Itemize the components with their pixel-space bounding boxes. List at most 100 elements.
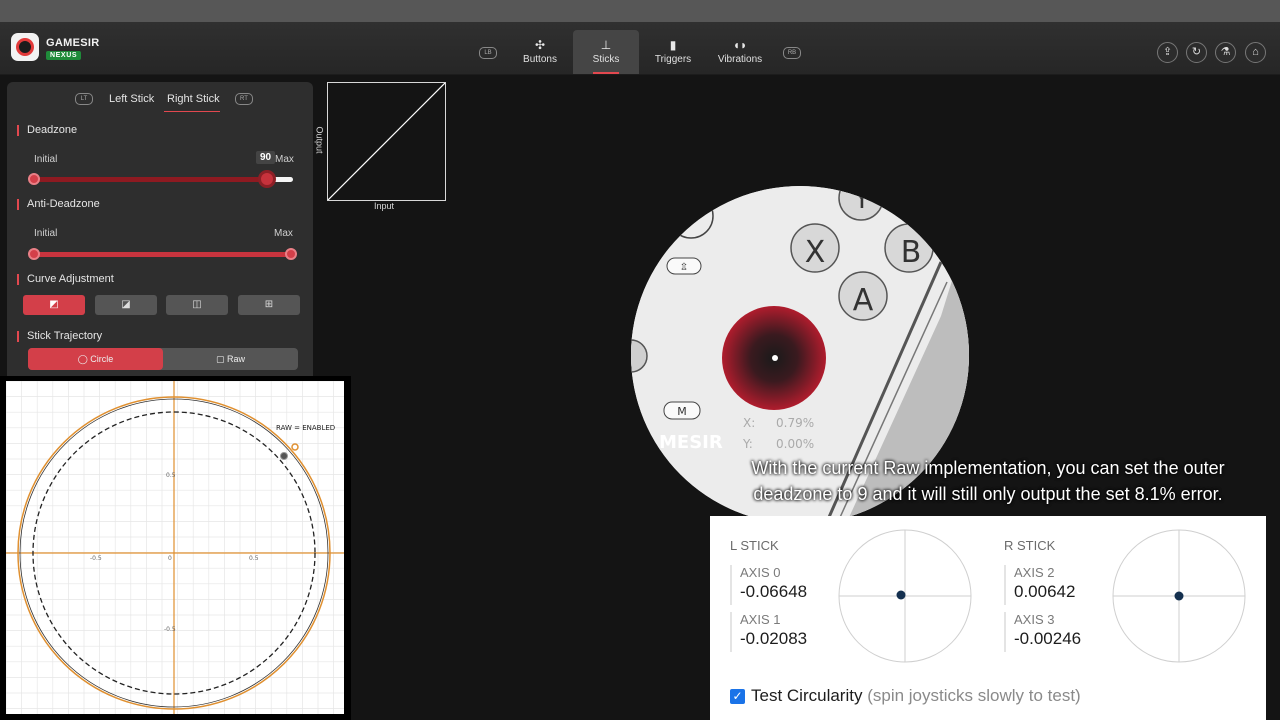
test-circularity-label: Test Circularity [751,686,863,705]
axis-1-name: AXIS 1 [740,612,781,627]
caption-line-2: deadzone to 9 and it will still only out… [753,484,1223,504]
axis-2-readout: AXIS 2 0.00642 [1004,565,1104,605]
x-readout-label: X: [743,416,755,430]
deadzone-max-label: Max [275,154,294,165]
anti-deadzone-initial-label: Initial [34,228,58,239]
response-curve-svg [327,82,446,201]
deadzone-slider-track[interactable] [34,177,293,182]
r-stick-dot [1174,591,1184,601]
home-icon[interactable]: ⌂ [1245,42,1266,63]
anti-deadzone-max-label: Max [274,228,293,239]
tab-buttons[interactable]: ✣ Buttons [507,30,573,74]
lab-icon[interactable]: ⚗ [1215,42,1236,63]
gamepad-tester-panel: L STICK AXIS 0 -0.06648 AXIS 1 -0.02083 … [710,516,1266,720]
response-curve-line [327,82,446,201]
custom-curve-icon: ⊞ [264,299,274,310]
graph-input-label: Input [374,201,395,211]
l-stick-title: L STICK [730,538,779,553]
rt-button-icon[interactable]: RT [235,93,253,105]
deadzone-value-badge: 90 [256,151,276,164]
convex-curve-button[interactable]: ◪ [95,295,157,315]
x-button-label: X [805,235,826,270]
anti-deadzone-min-handle[interactable] [28,248,40,260]
buttons-icon: ✣ [534,38,546,52]
axis-2-value: 0.00642 [1014,582,1076,601]
video-caption: With the current Raw implementation, you… [705,455,1271,507]
trajectory-circle-label: Circle [90,354,114,364]
tick-y-pos: 0.5 [166,472,176,479]
linear-curve-button[interactable]: ◩ [23,295,85,315]
b-button-label: B [901,235,922,270]
circularity-plot-svg: RAW = ENABLED 0.5 -0.5 -0.5 0.5 0 [5,380,344,714]
tab-vibrations-label: Vibrations [717,54,763,65]
axis-3-name: AXIS 3 [1014,612,1055,627]
deadzone-title: Deadzone [17,125,77,136]
y-readout-label: Y: [742,437,753,451]
rb-bumper-icon[interactable]: RB [783,47,801,59]
share-icon: ⇫ [680,262,688,273]
active-tab-indicator [593,72,619,74]
anti-deadzone-slider-fill [34,252,293,257]
l-stick-visualizer [838,529,972,663]
concave-curve-icon: ◫ [192,299,202,310]
y-button-label: Y [853,186,870,215]
brand-name: GAMESIR [46,37,100,49]
circularity-overlay: RAW = ENABLED 0.5 -0.5 -0.5 0.5 0 [0,376,351,720]
r-stick-title: R STICK [1004,538,1056,553]
tab-right-stick[interactable]: Right Stick [167,93,220,105]
tab-buttons-label: Buttons [523,54,557,65]
vibrations-icon: ◖◗ [732,38,748,52]
tab-vibrations[interactable]: ◖◗ Vibrations [707,30,773,74]
lt-button-icon[interactable]: LT [75,93,93,105]
tick-x-pos: 0.5 [249,555,259,562]
trajectory-raw-label: Raw [227,354,246,364]
app-window: GAMESIR NEXUS LB ✣ Buttons ⊥ Sticks ▮ Tr… [0,0,1280,720]
custom-curve-button[interactable]: ⊞ [238,295,300,315]
app-header: GAMESIR NEXUS LB ✣ Buttons ⊥ Sticks ▮ Tr… [0,22,1280,75]
graph-output-label: Output [314,126,325,154]
anti-deadzone-max-handle[interactable] [285,248,297,260]
a-button-label: A [853,283,874,318]
axis-0-name: AXIS 0 [740,565,781,580]
axis-1-readout: AXIS 1 -0.02083 [730,612,830,652]
linear-curve-icon: ◩ [49,299,59,310]
upload-icon[interactable]: ⇪ [1157,42,1178,63]
tab-sticks-label: Sticks [592,54,620,65]
deadzone-min-handle[interactable] [28,173,40,185]
caption-line-1: With the current Raw implementation, you… [751,458,1225,478]
trajectory-toggle: ◯ Circle ▢ Raw [28,348,298,370]
lb-bumper-icon[interactable]: LB [479,47,497,59]
axis-2-name: AXIS 2 [1014,565,1055,580]
l-stick-dot [896,590,906,600]
tab-triggers[interactable]: ▮ Triggers [640,30,706,74]
circularity-plot: RAW = ENABLED 0.5 -0.5 -0.5 0.5 0 [5,380,344,714]
anti-deadzone-title: Anti-Deadzone [17,199,100,210]
axis-0-value: -0.06648 [740,582,808,601]
deadzone-max-handle[interactable] [258,170,277,188]
tab-left-stick[interactable]: Left Stick [109,93,154,105]
brand-subtitle: NEXUS [46,51,82,60]
tab-sticks[interactable]: ⊥ Sticks [573,30,639,74]
trajectory-raw-button[interactable]: ▢ Raw [163,348,298,370]
raw-sample-marker [291,443,299,451]
stick-sample-dot [280,452,288,460]
m-button-label: M [677,405,687,418]
circle-icon: ◯ [77,354,88,364]
tick-origin: 0 [168,555,172,562]
trajectory-circle-button[interactable]: ◯ Circle [28,348,163,370]
window-top-strip [0,0,1280,22]
concave-curve-button[interactable]: ◫ [166,295,228,315]
test-circularity-checkbox[interactable]: ✓ [730,689,745,704]
reset-icon[interactable]: ↻ [1186,42,1207,63]
controller-brand-text: MESIR [659,432,723,453]
axis-3-value: -0.00246 [1014,629,1082,648]
anti-deadzone-slider-track[interactable] [34,252,293,257]
axis-3-readout: AXIS 3 -0.00246 [1004,612,1104,652]
sticks-icon: ⊥ [600,38,612,52]
logo-mark [16,38,34,56]
stick-settings-panel: LT Left Stick Right Stick RT Deadzone In… [7,82,313,382]
stick-trajectory-title: Stick Trajectory [17,331,102,342]
raw-icon: ▢ [215,354,225,364]
test-circularity-row[interactable]: ✓ Test Circularity (spin joysticks slowly… [730,686,1081,706]
deadzone-slider-fill [34,177,268,182]
